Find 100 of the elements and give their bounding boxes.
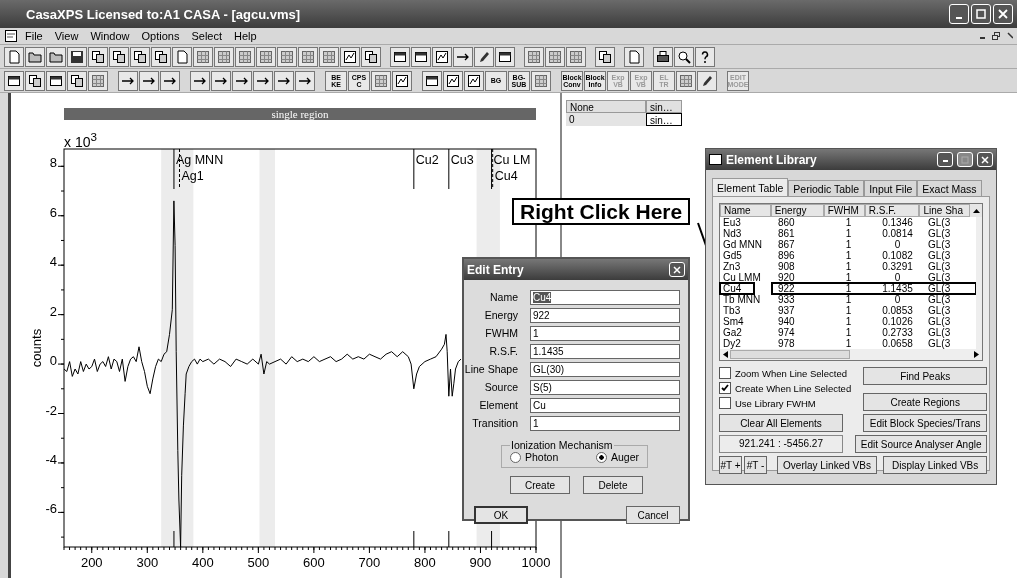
create-button[interactable]: Create: [510, 476, 570, 494]
input-field[interactable]: 1: [530, 416, 680, 431]
column-header[interactable]: Line Sha: [919, 204, 971, 217]
list-cell[interactable]: GL(3: [924, 239, 976, 250]
checkbox-label[interactable]: Zoom When Line Selected: [735, 367, 847, 379]
list-cell[interactable]: 0.2733: [868, 327, 924, 338]
list-cell[interactable]: 1: [826, 228, 868, 239]
toolbar-button[interactable]: [295, 70, 315, 91]
list-cell[interactable]: GL(3: [924, 228, 976, 239]
close-button[interactable]: [977, 152, 993, 167]
list-cell[interactable]: 1: [826, 250, 868, 261]
list-cell[interactable]: 1.1435: [868, 283, 924, 294]
list-cell[interactable]: GL(3: [924, 327, 976, 338]
menu-item[interactable]: Window: [85, 30, 135, 42]
menu-item[interactable]: Select: [186, 30, 227, 42]
list-cell[interactable]: 920: [772, 272, 826, 283]
scroll-up-button[interactable]: [970, 204, 982, 217]
list-cell[interactable]: Gd5: [720, 250, 772, 261]
list-cell[interactable]: 1: [826, 327, 868, 338]
toolbar-button[interactable]: [190, 70, 210, 91]
column-header[interactable]: R.S.F.: [864, 204, 920, 217]
toolbar-button[interactable]: [464, 70, 484, 91]
column-header[interactable]: sin…: [646, 100, 682, 113]
menu-item[interactable]: Help: [229, 30, 262, 42]
list-cell[interactable]: GL(3: [924, 316, 976, 327]
checkbox[interactable]: [719, 397, 731, 409]
list-cell[interactable]: 1: [826, 294, 868, 305]
menu-item[interactable]: Options: [136, 30, 185, 42]
toolbar-button[interactable]: [232, 70, 252, 91]
toolbar-button[interactable]: [160, 70, 180, 91]
toolbar-button[interactable]: [392, 70, 412, 91]
list-cell[interactable]: 922: [772, 283, 826, 294]
list-cell[interactable]: 0: [868, 239, 924, 250]
list-cell[interactable]: Eu3: [720, 217, 772, 228]
toolbar-button[interactable]: [340, 46, 360, 67]
list-cell[interactable]: 867: [772, 239, 826, 250]
list-cell[interactable]: Cu4: [720, 283, 754, 294]
tab[interactable]: Element Table: [712, 178, 789, 196]
list-cell[interactable]: 0.0853: [868, 305, 924, 316]
minimize-button[interactable]: [949, 4, 969, 24]
list-cell[interactable]: 1: [826, 305, 868, 316]
list-cell[interactable]: GL(3: [924, 250, 976, 261]
list-cell[interactable]: Tb MNN: [720, 294, 772, 305]
ok-button[interactable]: OK: [474, 506, 528, 524]
list-cell[interactable]: 1: [826, 217, 868, 228]
toolbar-button[interactable]: [653, 46, 673, 67]
edit-source-button[interactable]: Edit Source Analyser Angle: [855, 435, 988, 453]
list-cell[interactable]: Cu LMM: [720, 272, 772, 283]
toolbar-button[interactable]: [674, 46, 694, 67]
toolbar-button[interactable]: [390, 46, 410, 67]
column-header[interactable]: Energy: [770, 204, 824, 217]
checkbox[interactable]: [719, 367, 731, 379]
toolbar-button[interactable]: [118, 70, 138, 91]
table-cell[interactable]: 0: [566, 113, 646, 126]
checkbox-label[interactable]: Use Library FWHM: [735, 397, 816, 409]
toolbar-button[interactable]: [67, 46, 87, 67]
checkbox[interactable]: [719, 382, 731, 394]
list-cell[interactable]: 0.3291: [868, 261, 924, 272]
list-cell[interactable]: Tb3: [720, 305, 772, 316]
list-cell[interactable]: 1: [826, 316, 868, 327]
list-cell[interactable]: 908: [772, 261, 826, 272]
list-cell[interactable]: 937: [772, 305, 826, 316]
checkbox-label[interactable]: Create When Line Selected: [735, 382, 852, 394]
list-cell[interactable]: 896: [772, 250, 826, 261]
input-field[interactable]: GL(30): [530, 362, 680, 377]
close-button[interactable]: [993, 4, 1013, 24]
cancel-button[interactable]: Cancel: [626, 506, 680, 524]
input-field[interactable]: 1.1435: [530, 344, 680, 359]
toolbar-button[interactable]: [139, 70, 159, 91]
list-cell[interactable]: 0.1026: [868, 316, 924, 327]
horizontal-scrollbar[interactable]: [720, 349, 982, 360]
list-cell[interactable]: 0.1082: [868, 250, 924, 261]
radio-button[interactable]: [595, 451, 607, 463]
tab[interactable]: Periodic Table: [788, 180, 865, 196]
toolbar-button[interactable]: [495, 46, 515, 67]
input-field[interactable]: S(5): [530, 380, 680, 395]
restore-icon[interactable]: [991, 31, 1001, 41]
list-cell[interactable]: GL(3: [924, 217, 976, 228]
list-cell[interactable]: 0.0658: [868, 338, 924, 349]
toolbar-button[interactable]: [361, 46, 381, 67]
toolbar-button[interactable]: [695, 46, 715, 67]
toolbar-button[interactable]: [432, 46, 452, 67]
toolbar-button[interactable]: [46, 70, 66, 91]
column-header[interactable]: FWHM: [823, 204, 865, 217]
list-cell[interactable]: 978: [772, 338, 826, 349]
maximize-button[interactable]: [971, 4, 991, 24]
list-cell[interactable]: Zn3: [720, 261, 772, 272]
toolbar-button[interactable]: [130, 46, 150, 67]
list-cell[interactable]: GL(3: [924, 272, 976, 283]
toolbar-button[interactable]: [453, 46, 473, 67]
list-cell[interactable]: GL(3: [924, 338, 976, 349]
minimize-button[interactable]: [937, 152, 953, 167]
column-header[interactable]: None: [566, 100, 646, 113]
clear-all-button[interactable]: Clear All Elements: [719, 414, 843, 432]
list-cell[interactable]: Sm4: [720, 316, 772, 327]
tab[interactable]: Input File: [864, 180, 918, 196]
list-cell[interactable]: 1: [826, 261, 868, 272]
list-cell[interactable]: Dy2: [720, 338, 772, 349]
input-field[interactable]: 1: [530, 326, 680, 341]
toolbar-button[interactable]: [109, 46, 129, 67]
